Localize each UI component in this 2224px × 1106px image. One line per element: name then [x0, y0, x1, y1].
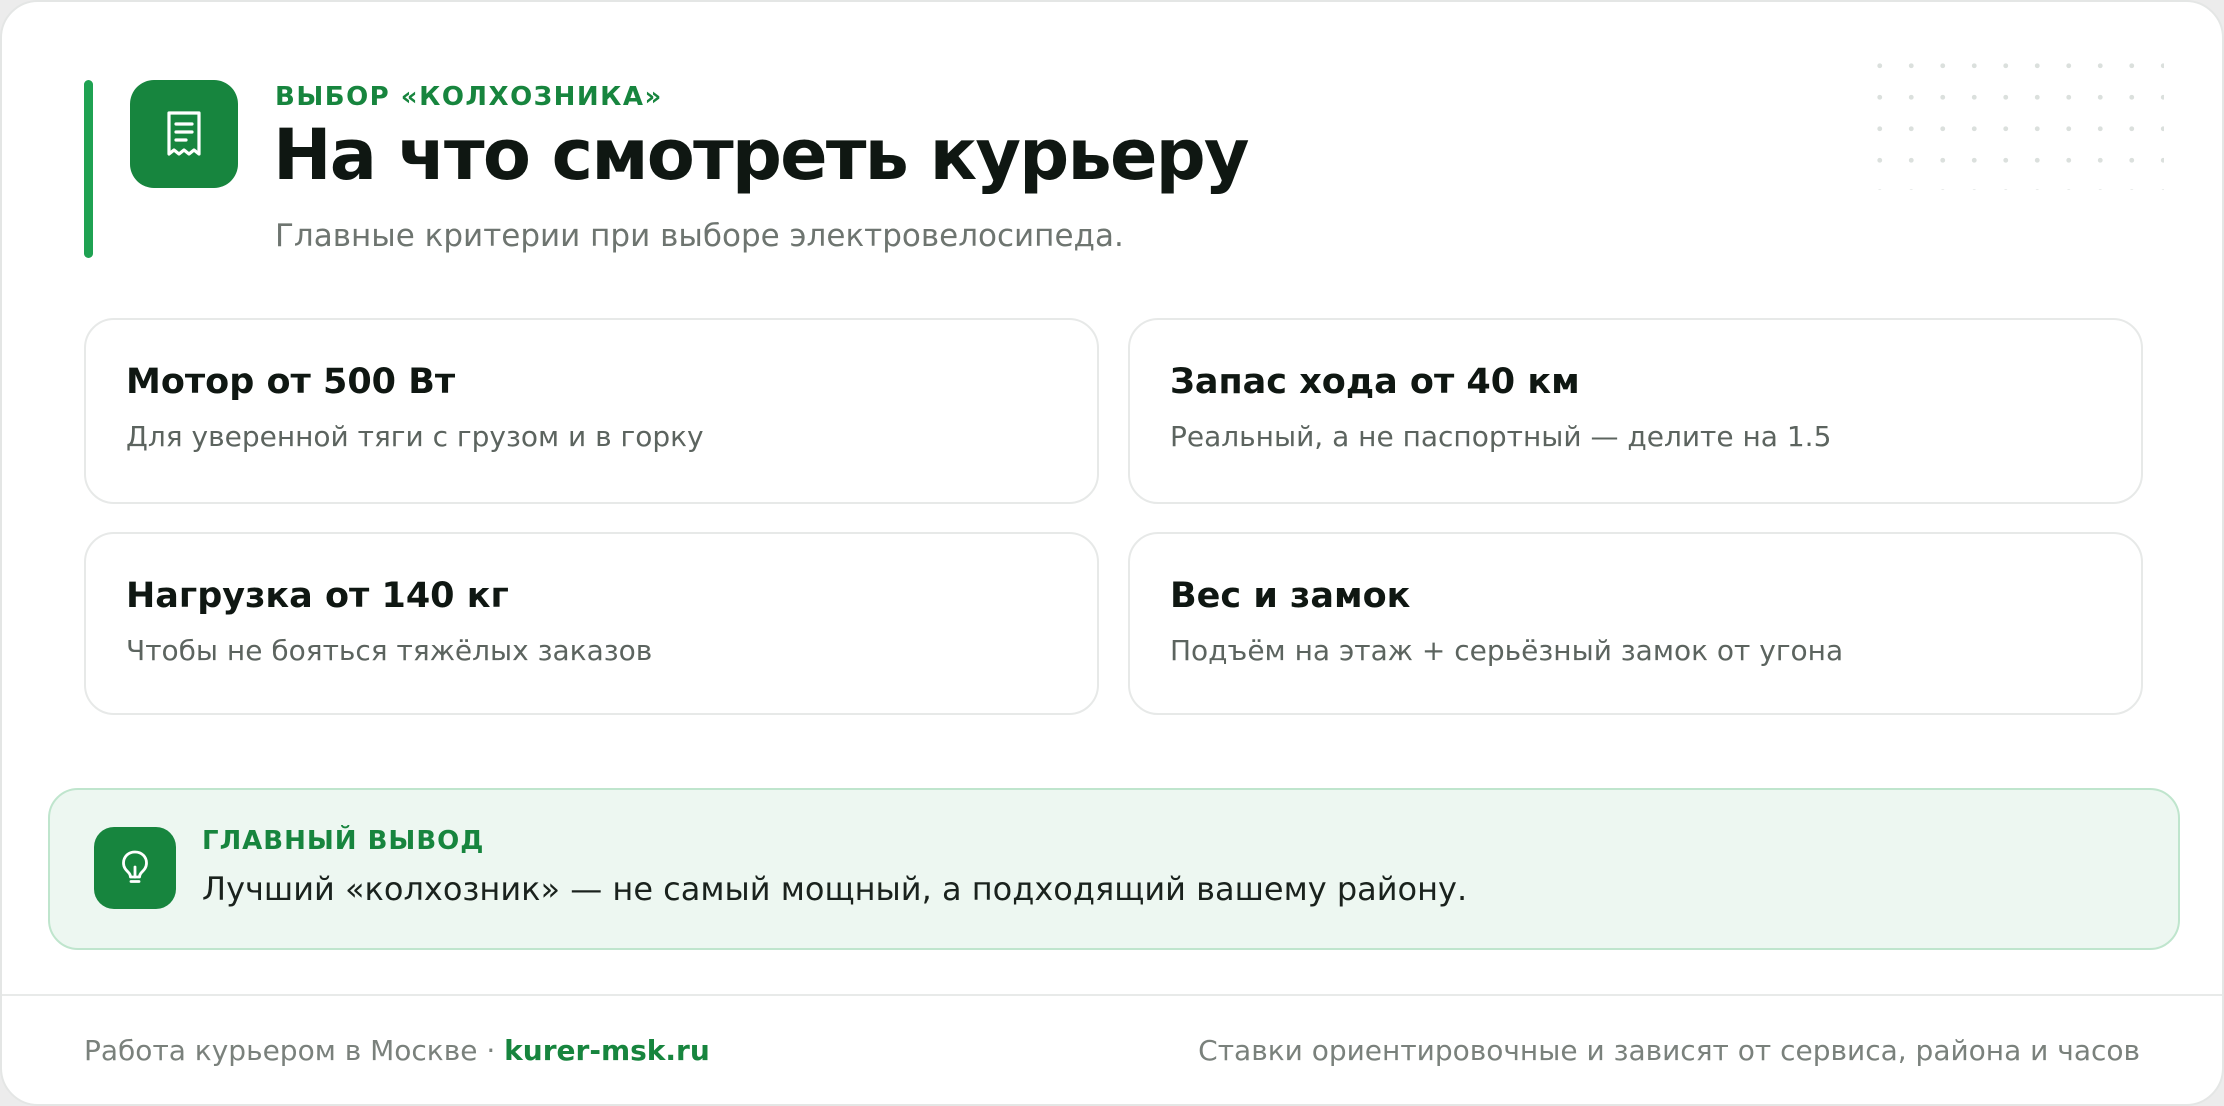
criterion-title: Мотор от 500 Вт: [126, 362, 456, 402]
page-subtitle: Главные критерии при выборе электровелос…: [275, 218, 1124, 254]
criterion-card-range: Запас хода от 40 км Реальный, а не паспо…: [1128, 318, 2143, 504]
info-card: ВЫБОР «КОЛХОЗНИКА» На что смотреть курье…: [0, 0, 2224, 1106]
receipt-icon: [130, 80, 238, 188]
site-link[interactable]: kurer-msk.ru: [504, 1034, 710, 1067]
criterion-title: Вес и замок: [1170, 576, 1411, 616]
criterion-card-motor: Мотор от 500 Вт Для уверенной тяги с гру…: [84, 318, 1099, 504]
conclusion-text: Лучший «колхозник» — не самый мощный, а …: [202, 870, 1468, 908]
criterion-description: Для уверенной тяги с грузом и в горку: [126, 420, 704, 453]
criterion-card-weight-lock: Вес и замок Подъём на этаж + серьёзный з…: [1128, 532, 2143, 715]
criterion-description: Чтобы не бояться тяжёлых заказов: [126, 634, 653, 667]
footer-disclaimer: Ставки ориентировочные и зависят от серв…: [1198, 1034, 2140, 1067]
conclusion-callout: ГЛАВНЫЙ ВЫВОД Лучший «колхозник» — не са…: [48, 788, 2180, 950]
criterion-title: Нагрузка от 140 кг: [126, 576, 509, 616]
page-title: На что смотреть курьеру: [273, 114, 1250, 196]
conclusion-label: ГЛАВНЫЙ ВЫВОД: [202, 826, 485, 856]
header-accent-bar: [84, 80, 93, 258]
decorative-dot-grid: [1864, 50, 2164, 190]
criterion-card-load: Нагрузка от 140 кг Чтобы не бояться тяжё…: [84, 532, 1099, 715]
criterion-title: Запас хода от 40 км: [1170, 362, 1580, 402]
header-eyebrow: ВЫБОР «КОЛХОЗНИКА»: [275, 82, 663, 112]
criterion-description: Реальный, а не паспортный — делите на 1.…: [1170, 420, 1832, 453]
footer-left: Работа курьером в Москве · kurer-msk.ru: [84, 1034, 710, 1067]
lightbulb-icon: [94, 827, 176, 909]
criterion-description: Подъём на этаж + серьёзный замок от угон…: [1170, 634, 1844, 667]
footer-divider: [2, 994, 2222, 996]
footer-caption: Работа курьером в Москве ·: [84, 1034, 505, 1067]
